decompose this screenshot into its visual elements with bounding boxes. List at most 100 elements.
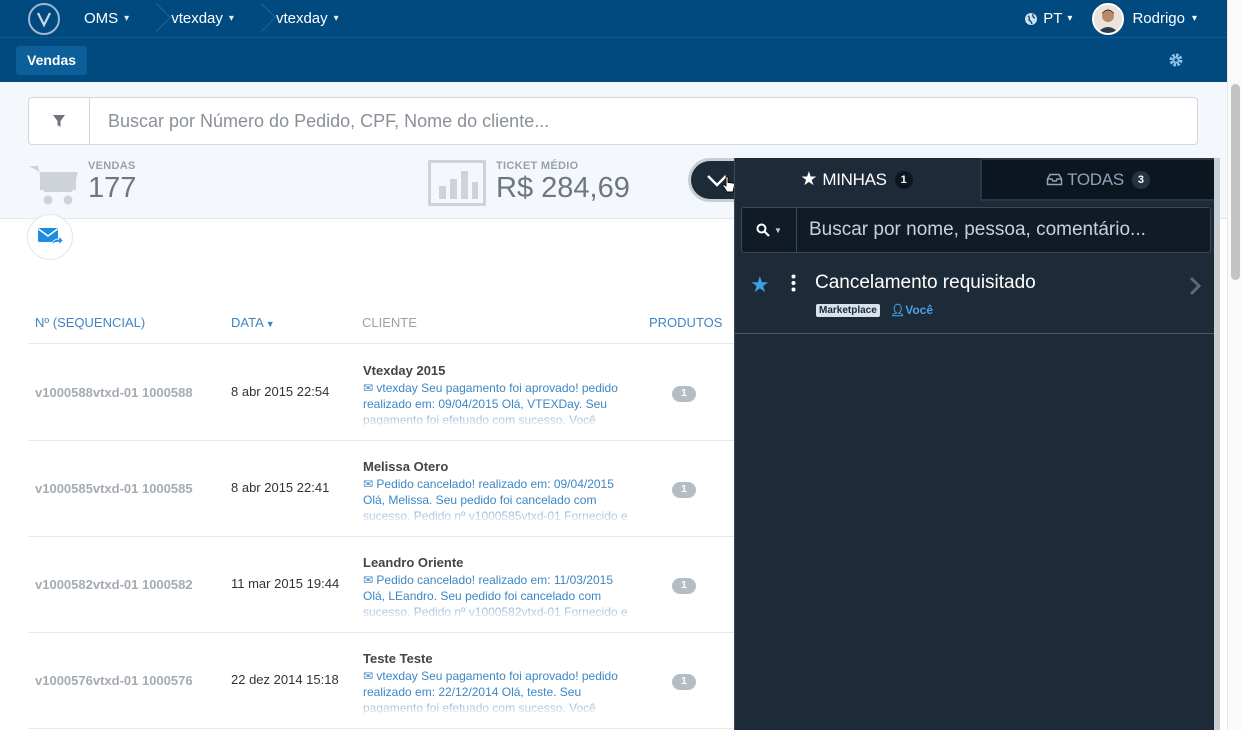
crumb-separator [254, 0, 268, 37]
filter-icon [53, 115, 65, 127]
more-options-icon[interactable] [791, 274, 796, 297]
owner-name: Você [905, 303, 934, 317]
email-button[interactable] [27, 214, 73, 260]
tab-mine[interactable]: ★ MINHAS 1 [735, 158, 978, 201]
header-date[interactable]: DATA ▼ [231, 315, 275, 330]
user-menu[interactable]: Rodrigo ▾ [1132, 10, 1197, 27]
order-sequence[interactable]: v1000588vtxd-01 1000588 [35, 385, 193, 400]
search-icon [756, 223, 770, 237]
ticket-label: TICKET MÉDIO [496, 160, 579, 172]
order-date: 11 mar 2015 19:44 [231, 576, 340, 591]
gear-icon[interactable] [1168, 52, 1184, 73]
header-client: CLIENTE [362, 315, 417, 330]
client-message-text: Pedido cancelado! realizado em: 11/03/20… [363, 573, 628, 619]
crumb-account[interactable]: vtexday ▾ [171, 0, 254, 37]
filter-button[interactable] [29, 98, 90, 144]
crumb-oms-label: OMS [84, 10, 119, 27]
crumb-separator [149, 0, 163, 37]
marketplace-tag: Marketplace [816, 304, 880, 317]
products-count: 1 [672, 386, 696, 402]
crumb-account-label: vtexday [171, 10, 223, 27]
tab-all[interactable]: TODAS 3 [980, 158, 1216, 201]
order-date: 8 abr 2015 22:54 [231, 384, 330, 399]
order-sequence[interactable]: v1000576vtxd-01 1000576 [35, 673, 193, 688]
header-products[interactable]: PRODUTOS [649, 315, 722, 330]
table-row[interactable]: v1000582vtxd-01 1000582 11 mar 2015 19:4… [28, 536, 734, 632]
chevron-down-icon: ▾ [1067, 13, 1073, 24]
order-sequence[interactable]: v1000585vtxd-01 1000585 [35, 481, 193, 496]
page-scrollbar[interactable] [1227, 0, 1242, 730]
saved-filter-title: Cancelamento requisitado [815, 272, 1036, 293]
avatar[interactable] [1092, 2, 1125, 35]
envelope-icon: ✉ [363, 381, 377, 395]
saved-filter-item[interactable]: ★ Cancelamento requisitado Marketplace 👤… [735, 258, 1216, 334]
sort-down-icon: ▼ [265, 319, 275, 329]
ticket-stat: TICKET MÉDIO R$ 284,69 [428, 160, 630, 206]
header-sequence[interactable]: Nº (SEQUENCIAL) [35, 315, 145, 330]
cart-icon [29, 166, 78, 205]
chevron-down-icon: ▾ [124, 13, 130, 24]
tab-vendas[interactable]: Vendas [16, 46, 88, 75]
client-message[interactable]: ✉ Pedido cancelado! realizado em: 09/04/… [363, 476, 633, 524]
table-divider [28, 728, 734, 729]
tab-mine-label: MINHAS [822, 169, 887, 189]
chevron-down-icon: ▾ [333, 13, 339, 24]
inbox-icon [1046, 173, 1063, 186]
client-message-text: Pedido cancelado! realizado em: 09/04/20… [363, 477, 628, 523]
vtex-logo-icon[interactable] [28, 2, 60, 35]
search-input[interactable] [90, 110, 1197, 132]
star-icon[interactable]: ★ [750, 272, 770, 298]
client-name: Vtexday 2015 [363, 363, 446, 378]
search-options-button[interactable]: ▼ [742, 208, 797, 252]
order-date: 22 dez 2014 15:18 [231, 672, 339, 687]
envelope-icon: ✉ [363, 573, 377, 587]
client-message[interactable]: ✉ vtexday Seu pagamento foi aprovado! pe… [363, 380, 633, 428]
sales-label: VENDAS [88, 160, 136, 172]
crumb-store-label: vtexday [275, 10, 328, 27]
client-name: Leandro Oriente [363, 555, 464, 570]
envelope-icon: ✉ [363, 669, 377, 683]
client-message-text: vtexday Seu pagamento foi aprovado! pedi… [363, 669, 618, 715]
client-message[interactable]: ✉ Pedido cancelado! realizado em: 11/03/… [363, 572, 633, 620]
order-client: Vtexday 2015 ✉ vtexday Seu pagamento foi… [363, 363, 633, 428]
user-name: Rodrigo [1132, 10, 1185, 27]
owner-label: 👤︎Você [890, 303, 933, 317]
sales-value: 177 [88, 172, 137, 204]
client-message[interactable]: ✉ vtexday Seu pagamento foi aprovado! pe… [363, 668, 633, 716]
crumb-store[interactable]: vtexday ▾ [276, 0, 359, 37]
tab-mine-count: 1 [894, 170, 913, 189]
order-client: Melissa Otero ✉ Pedido cancelado! realiz… [363, 459, 633, 524]
header-date-label: DATA [231, 315, 264, 330]
ticket-value: R$ 284,69 [496, 172, 630, 204]
language-selector[interactable]: PT ▾ [1024, 10, 1072, 27]
bar-chart-icon [428, 160, 486, 206]
envelope-icon: ✉ [363, 477, 377, 491]
order-search [28, 97, 1198, 145]
order-sequence[interactable]: v1000582vtxd-01 1000582 [35, 577, 193, 592]
star-icon: ★ [800, 169, 818, 190]
email-forward-icon [38, 228, 63, 247]
panel-search: ▼ [741, 207, 1211, 253]
sales-stat: VENDAS 177 [28, 160, 136, 208]
client-name: Teste Teste [363, 651, 433, 666]
table-row[interactable]: v1000585vtxd-01 1000585 8 abr 2015 22:41… [28, 440, 734, 536]
table-row[interactable]: v1000588vtxd-01 1000588 8 abr 2015 22:54… [28, 344, 734, 440]
sub-navigation: Vendas [0, 37, 1227, 82]
top-bar: OMS ▾ vtexday ▾ vtexday ▾ PT ▾ Rodrigo ▾ [0, 0, 1227, 37]
panel-border [1214, 158, 1220, 730]
products-count: 1 [672, 578, 696, 594]
globe-icon [1025, 12, 1038, 25]
client-name: Melissa Otero [363, 459, 449, 474]
order-client: Teste Teste ✉ vtexday Seu pagamento foi … [363, 651, 633, 716]
language-label: PT [1043, 10, 1063, 27]
tab-all-label: TODAS [1067, 169, 1124, 189]
panel-search-input[interactable] [797, 219, 1210, 241]
table-row[interactable]: v1000576vtxd-01 1000576 22 dez 2014 15:1… [28, 632, 734, 728]
products-count: 1 [672, 482, 696, 498]
scrollbar-thumb[interactable] [1231, 84, 1240, 280]
order-client: Leandro Oriente ✉ Pedido cancelado! real… [363, 555, 633, 620]
chevron-down-icon: ▾ [1191, 13, 1197, 24]
crumb-oms[interactable]: OMS ▾ [84, 0, 149, 37]
client-message-text: vtexday Seu pagamento foi aprovado! pedi… [363, 381, 618, 427]
chevron-right-icon[interactable] [1189, 276, 1201, 296]
